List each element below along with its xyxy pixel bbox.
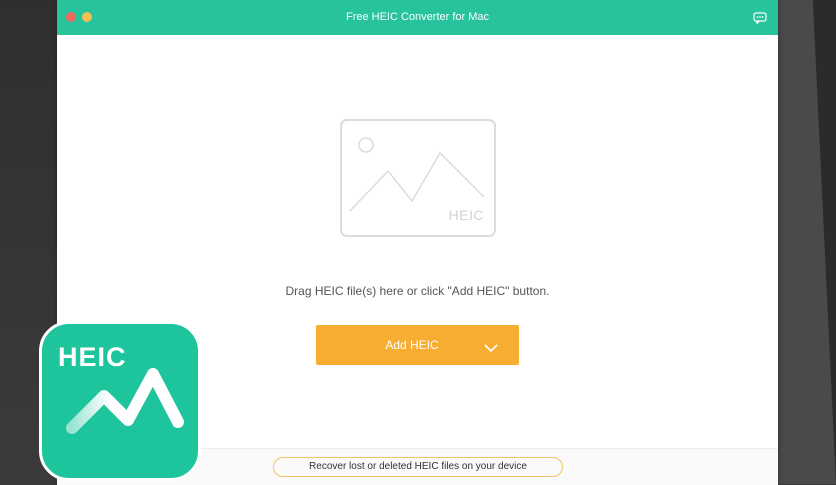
drag-hint-text: Drag HEIC file(s) here or click "Add HEI…: [285, 284, 550, 298]
add-heic-label: Add HEIC: [385, 338, 439, 352]
image-icon[interactable]: HEIC: [340, 119, 496, 237]
feedback-icon[interactable]: [753, 11, 767, 25]
app-icon: HEIC: [39, 321, 201, 481]
recover-files-button[interactable]: Recover lost or deleted HEIC files on yo…: [273, 457, 563, 477]
title-bar: Free HEIC Converter for Mac: [57, 0, 778, 35]
placeholder-label: HEIC: [448, 207, 484, 223]
window-title: Free HEIC Converter for Mac: [345, 11, 490, 23]
chevron-down-icon[interactable]: [484, 340, 498, 353]
add-heic-button[interactable]: Add HEIC: [316, 325, 519, 365]
mountain-logo-icon: [66, 368, 184, 434]
